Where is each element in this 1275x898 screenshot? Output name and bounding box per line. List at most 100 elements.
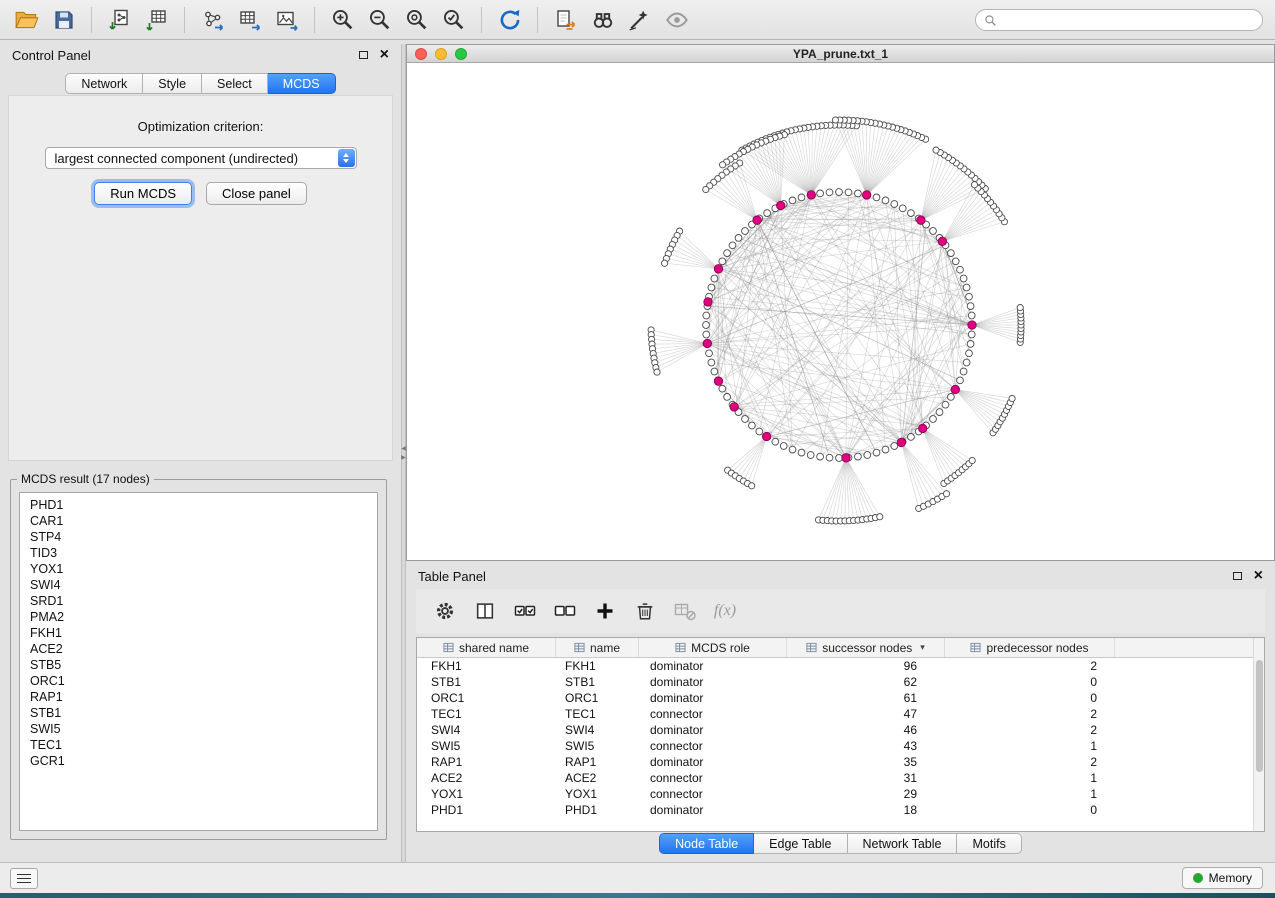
criterion-select[interactable]: largest connected component (undirected) [45, 147, 357, 169]
export-table-button[interactable] [231, 4, 268, 36]
import-table-file-icon [145, 8, 169, 32]
search-objects-button[interactable] [584, 4, 621, 36]
tab-mcds[interactable]: MCDS [268, 73, 336, 94]
import-network-file-button[interactable] [101, 4, 138, 36]
float-panel-icon[interactable] [359, 51, 368, 59]
mcds-result-item[interactable]: STB5 [30, 657, 367, 673]
column-header-filler [1115, 638, 1253, 657]
cell-name: ACE2 [556, 770, 639, 786]
export-document-button[interactable] [547, 4, 584, 36]
export-image-button[interactable] [268, 4, 305, 36]
tab-node-table[interactable]: Node Table [659, 833, 754, 854]
memory-button[interactable]: Memory [1182, 867, 1263, 889]
mcds-result-item[interactable]: SWI5 [30, 721, 367, 737]
optimization-criterion-label: Optimization criterion: [9, 119, 392, 134]
memory-status-icon [1193, 873, 1203, 883]
save-file-button[interactable] [45, 4, 82, 36]
table-row[interactable]: TEC1TEC1connector472 [417, 706, 1253, 722]
cell-shared-name: SWI4 [417, 722, 556, 738]
table-row[interactable]: RAP1RAP1dominator352 [417, 754, 1253, 770]
mcds-result-item[interactable]: PHD1 [30, 497, 367, 513]
select-all-button[interactable] [508, 596, 542, 626]
mcds-result-item[interactable]: STP4 [30, 529, 367, 545]
mcds-result-item[interactable]: CAR1 [30, 513, 367, 529]
column-header-predecessor-nodes[interactable]: predecessor nodes [945, 638, 1115, 657]
panel-menu-button[interactable] [10, 868, 38, 889]
deselect-all-button[interactable] [548, 596, 582, 626]
cell-name: SWI5 [556, 738, 639, 754]
tab-style[interactable]: Style [143, 73, 202, 94]
cell-name: FKH1 [556, 658, 639, 674]
close-table-panel-icon[interactable]: × [1254, 568, 1263, 584]
scrollbar-thumb[interactable] [1256, 660, 1263, 772]
zoom-in-button[interactable] [324, 4, 361, 36]
network-graph[interactable] [407, 63, 1274, 560]
table-row[interactable]: ACE2ACE2connector311 [417, 770, 1253, 786]
delete-row-button[interactable] [628, 596, 662, 626]
mcds-result-item[interactable]: STB1 [30, 705, 367, 721]
table-row[interactable]: YOX1YOX1connector291 [417, 786, 1253, 802]
mcds-result-item[interactable]: TID3 [30, 545, 367, 561]
mcds-result-item[interactable]: PMA2 [30, 609, 367, 625]
show-hide-graphics-icon [664, 7, 690, 33]
column-grid-icon [675, 642, 686, 653]
tab-network[interactable]: Network [65, 73, 143, 94]
zoom-fit-button[interactable] [398, 4, 435, 36]
mcds-result-group: MCDS result (17 nodes) PHD1CAR1STP4TID3Y… [10, 472, 387, 840]
column-header-successor-nodes[interactable]: successor nodes▾ [787, 638, 945, 657]
zoom-out-button[interactable] [361, 4, 398, 36]
mcds-result-item[interactable]: SWI4 [30, 577, 367, 593]
run-mcds-button[interactable]: Run MCDS [94, 182, 192, 205]
network-window-titlebar[interactable]: YPA_prune.txt_1 [407, 45, 1274, 63]
table-row[interactable]: FKH1FKH1dominator962 [417, 658, 1253, 674]
search-input[interactable] [1002, 13, 1262, 27]
table-row[interactable]: SWI4SWI4dominator462 [417, 722, 1253, 738]
close-panel-button[interactable]: Close panel [206, 182, 307, 205]
float-table-panel-icon[interactable] [1233, 572, 1242, 580]
show-hide-graphics-button[interactable] [658, 4, 695, 36]
sort-dropdown-icon[interactable]: ▾ [920, 642, 925, 653]
network-canvas[interactable] [407, 63, 1274, 560]
close-window-icon[interactable] [415, 48, 427, 60]
tab-edge-table[interactable]: Edge Table [754, 833, 847, 854]
close-panel-icon[interactable]: × [380, 47, 389, 63]
show-columns-button[interactable] [468, 596, 502, 626]
control-panel-titlebar: Control Panel × [0, 40, 401, 70]
column-header-MCDS-role[interactable]: MCDS role [639, 638, 787, 657]
mcds-result-item[interactable]: ORC1 [30, 673, 367, 689]
column-header-shared-name[interactable]: shared name [417, 638, 556, 657]
cell-filler [1115, 770, 1253, 786]
tab-motifs[interactable]: Motifs [957, 833, 1021, 854]
table-row[interactable]: PHD1PHD1dominator180 [417, 802, 1253, 818]
table-body: FKH1FKH1dominator962STB1STB1dominator620… [417, 658, 1253, 818]
table-settings-button[interactable] [428, 596, 462, 626]
zoom-window-icon[interactable] [455, 48, 467, 60]
apply-style-button[interactable] [621, 4, 658, 36]
cell-predecessor-nodes: 1 [945, 738, 1115, 754]
mcds-result-item[interactable]: GCR1 [30, 753, 367, 769]
table-row[interactable]: SWI5SWI5connector431 [417, 738, 1253, 754]
table-row[interactable]: ORC1ORC1dominator610 [417, 690, 1253, 706]
mcds-result-item[interactable]: FKH1 [30, 625, 367, 641]
mcds-result-item[interactable]: ACE2 [30, 641, 367, 657]
add-row-button[interactable] [588, 596, 622, 626]
import-table-file-button[interactable] [138, 4, 175, 36]
cell-mcds-role: dominator [639, 722, 787, 738]
tab-select[interactable]: Select [202, 73, 268, 94]
refresh-layout-button[interactable] [491, 4, 528, 36]
minimize-window-icon[interactable] [435, 48, 447, 60]
delete-row-icon [634, 600, 656, 622]
export-network-button[interactable] [194, 4, 231, 36]
toolbar-icon-groups [8, 4, 695, 36]
zoom-selected-button[interactable] [435, 4, 472, 36]
column-header-name[interactable]: name [556, 638, 639, 657]
table-row[interactable]: STB1STB1dominator620 [417, 674, 1253, 690]
mcds-result-item[interactable]: TEC1 [30, 737, 367, 753]
mcds-result-item[interactable]: SRD1 [30, 593, 367, 609]
open-file-button[interactable] [8, 4, 45, 36]
network-window-title: YPA_prune.txt_1 [793, 47, 888, 61]
mcds-result-item[interactable]: YOX1 [30, 561, 367, 577]
tab-network-table[interactable]: Network Table [848, 833, 958, 854]
mcds-result-item[interactable]: RAP1 [30, 689, 367, 705]
table-scrollbar[interactable] [1253, 638, 1264, 831]
